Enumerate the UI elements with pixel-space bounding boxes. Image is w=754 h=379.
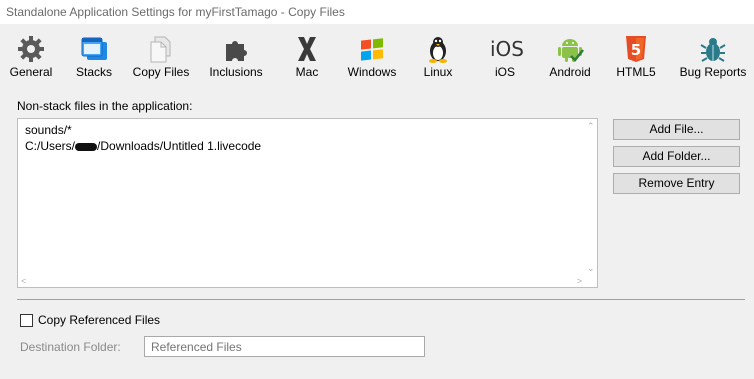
destination-folder-input[interactable] — [144, 336, 425, 357]
tab-inclusions-label: Inclusions — [209, 65, 263, 79]
scroll-up-arrow-icon[interactable]: ⌃ — [587, 121, 595, 131]
list-item[interactable]: sounds/* — [25, 123, 72, 137]
tab-general-label: General — [9, 65, 53, 79]
tab-bug-reports[interactable]: Bug Reports — [675, 34, 751, 90]
scroll-right-arrow-icon[interactable]: > — [577, 276, 582, 286]
tab-windows-label: Windows — [347, 65, 397, 79]
toolbar: General Stacks Copy Files Inclusions Mac — [0, 24, 754, 90]
puzzle-icon — [226, 41, 247, 61]
file-path: sounds/* — [25, 123, 72, 137]
section-label: Non-stack files in the application: — [17, 99, 193, 113]
vertical-scrollbar[interactable]: ⌃ ⌄ — [585, 119, 597, 287]
tab-android[interactable]: Android — [543, 34, 597, 90]
tab-mac[interactable]: Mac — [287, 34, 327, 90]
copy-referenced-checkbox[interactable] — [20, 314, 33, 327]
title-bar: Standalone Application Settings for myFi… — [0, 0, 754, 24]
tab-stacks[interactable]: Stacks — [69, 34, 119, 90]
bug-icon — [700, 38, 726, 62]
windows-logo-icon — [361, 38, 383, 61]
tab-mac-label: Mac — [295, 65, 319, 79]
tab-copy-files[interactable]: Copy Files — [129, 34, 193, 90]
file-path-prefix: C:/Users/ — [25, 139, 76, 153]
tab-linux[interactable]: Linux — [418, 34, 458, 90]
tab-general[interactable]: General — [6, 34, 56, 90]
remove-entry-button[interactable]: Remove Entry — [613, 173, 740, 194]
linux-penguin-icon — [429, 37, 447, 63]
divider — [17, 299, 745, 300]
stacks-icon — [81, 37, 107, 60]
ios-text-icon: iOS — [490, 37, 524, 61]
redacted-username — [75, 142, 98, 151]
tab-copy-files-label: Copy Files — [132, 65, 190, 79]
mac-x-icon — [298, 37, 316, 61]
android-robot-icon — [558, 39, 584, 62]
tab-windows[interactable]: Windows — [343, 34, 401, 90]
tab-html5[interactable]: 5 HTML5 — [613, 34, 659, 90]
tab-bug-reports-label: Bug Reports — [679, 65, 747, 79]
tab-stacks-label: Stacks — [75, 65, 112, 79]
list-item[interactable]: C:/Users/ /Downloads/Untitled 1.livecode — [25, 139, 261, 153]
tab-ios[interactable]: iOS iOS — [485, 34, 525, 90]
copy-referenced-label[interactable]: Copy Referenced Files — [38, 313, 160, 327]
file-path-suffix: /Downloads/Untitled 1.livecode — [97, 139, 262, 153]
scroll-left-arrow-icon[interactable]: < — [21, 276, 26, 286]
add-folder-button[interactable]: Add Folder... — [613, 146, 740, 167]
tab-ios-label: iOS — [494, 65, 515, 79]
destination-folder-label: Destination Folder: — [20, 340, 121, 354]
copy-files-icon — [150, 36, 171, 63]
gear-icon — [18, 36, 44, 62]
tab-html5-label: HTML5 — [616, 65, 656, 79]
add-file-button[interactable]: Add File... — [613, 119, 740, 140]
horizontal-scrollbar[interactable]: < > — [18, 275, 585, 287]
tab-linux-label: Linux — [423, 65, 453, 79]
tab-android-label: Android — [549, 65, 591, 79]
html5-shield-icon: 5 — [626, 36, 646, 62]
file-list[interactable]: sounds/* C:/Users/ /Downloads/Untitled 1.… — [17, 118, 598, 288]
tab-inclusions[interactable]: Inclusions — [205, 34, 267, 90]
scroll-down-arrow-icon[interactable]: ⌄ — [587, 263, 595, 273]
html5-icon-text: 5 — [631, 41, 641, 59]
window-title: Standalone Application Settings for myFi… — [6, 5, 345, 19]
